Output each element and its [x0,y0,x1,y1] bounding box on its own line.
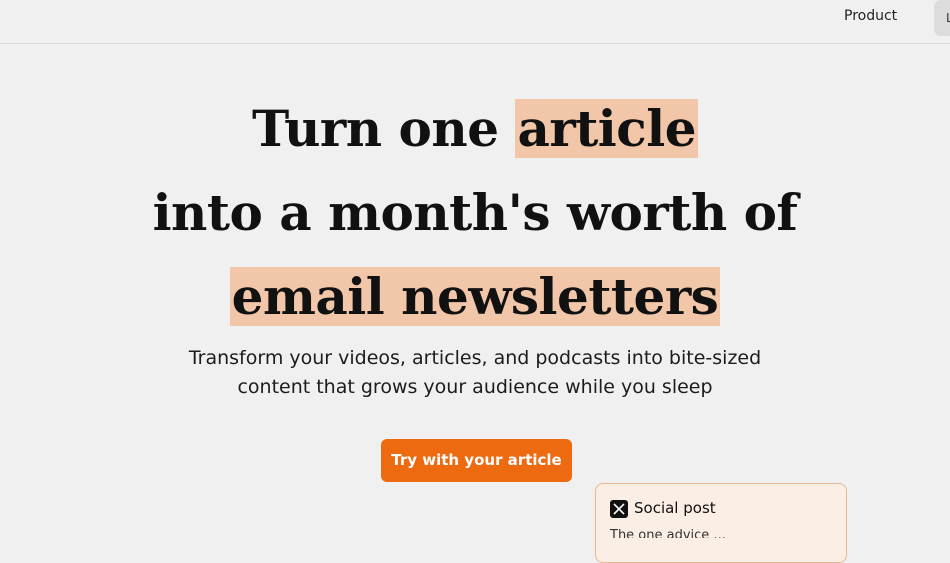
social-post-card: Social post The one advice ... [595,483,847,563]
hero-title: Turn one article into a month's worth of… [0,87,950,339]
hero-subtitle: Transform your videos, articles, and pod… [188,347,762,398]
hero-line-1: Turn one article [0,87,950,171]
try-article-button[interactable]: Try with your article [381,439,572,482]
x-icon [610,500,628,518]
card-title: Social post [634,499,716,517]
nav-login-button[interactable]: L [934,0,950,36]
nav-product-link[interactable]: Product [844,8,897,24]
hero-line-3: email newsletters [0,255,950,339]
hero-highlight-newsletters: email newsletters [229,267,721,326]
hero-highlight-article: article [515,99,699,158]
card-preview-text: The one advice ... [610,528,726,538]
top-nav: Product L [0,0,950,44]
hero-line-1-text: Turn one [251,99,516,158]
hero-line-2: into a month's worth of [152,183,798,242]
